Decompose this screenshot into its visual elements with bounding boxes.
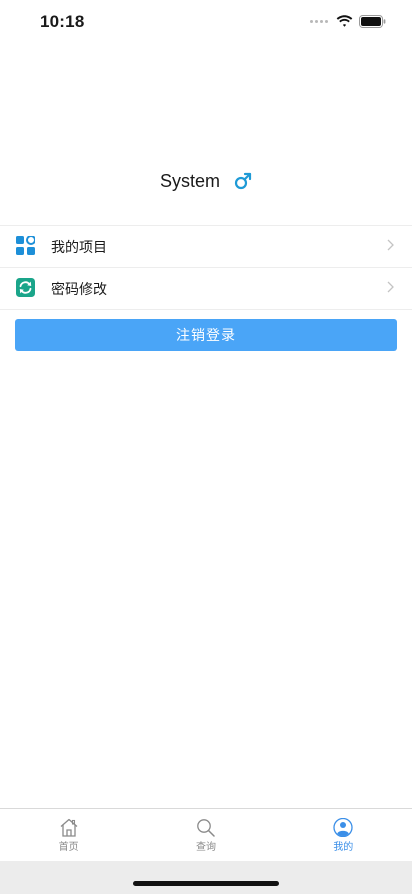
cellular-signal-icon	[310, 20, 328, 23]
refresh-icon	[16, 278, 35, 297]
settings-menu: 我的项目 密码修改	[0, 225, 412, 310]
home-indicator-area	[0, 861, 412, 894]
chevron-right-icon	[387, 239, 394, 251]
status-time: 10:18	[40, 12, 85, 31]
wifi-icon	[336, 15, 353, 27]
tab-home[interactable]: 首页	[0, 809, 137, 861]
tab-bar: 首页 查询 我的	[0, 808, 412, 861]
menu-item-change-password[interactable]: 密码修改	[0, 268, 412, 310]
tab-label: 我的	[333, 842, 354, 853]
profile-name: System	[159, 170, 220, 191]
battery-icon	[359, 15, 386, 28]
home-indicator[interactable]	[133, 881, 279, 886]
tab-label: 查询	[195, 842, 216, 853]
profile-header: System	[0, 166, 412, 196]
tab-label: 首页	[58, 842, 79, 853]
tab-mine[interactable]: 我的	[275, 809, 412, 861]
home-icon	[60, 818, 78, 837]
menu-item-label: 密码修改	[51, 281, 107, 298]
status-bar: 10:18	[0, 0, 412, 46]
logout-button[interactable]: 注销登录	[15, 319, 397, 351]
grid-icon	[16, 236, 35, 255]
chevron-right-icon	[387, 281, 394, 293]
user-icon	[333, 818, 353, 837]
status-indicators	[310, 15, 386, 28]
male-symbol-icon	[234, 172, 252, 190]
menu-item-label: 我的项目	[51, 239, 107, 256]
menu-item-my-projects[interactable]: 我的项目	[0, 226, 412, 268]
search-icon	[197, 819, 215, 837]
tab-search[interactable]: 查询	[137, 809, 274, 861]
